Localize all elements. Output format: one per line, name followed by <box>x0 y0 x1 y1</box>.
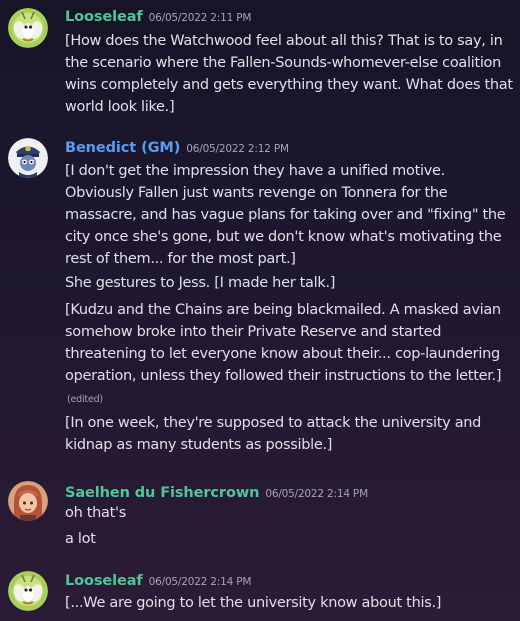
avatar[interactable] <box>8 138 48 178</box>
message-header: Saelhen du Fishercrown 06/05/2022 2:14 PM <box>65 482 368 501</box>
timestamp[interactable]: 06/05/2022 2:14 PM <box>265 488 368 500</box>
message-header: Looseleaf 06/05/2022 2:11 PM <box>65 6 251 25</box>
avatar[interactable] <box>8 481 48 521</box>
message-text: [Kudzu and the Chains are being blackmai… <box>65 299 515 411</box>
chat-log: Looseleaf 06/05/2022 2:11 PM [How does th… <box>0 0 520 621</box>
message-text: [...We are going to let the university k… <box>65 595 442 611</box>
timestamp[interactable]: 06/05/2022 2:14 PM <box>149 576 252 588</box>
message-header: Looseleaf 06/05/2022 2:14 PM <box>65 570 251 589</box>
message-body: [Kudzu and the Chains are being blackmai… <box>65 302 502 384</box>
red-haired-character-avatar-icon <box>8 481 48 521</box>
timestamp[interactable]: 06/05/2022 2:12 PM <box>186 143 289 155</box>
message-text: [In one week, they're supposed to attack… <box>65 415 482 453</box>
moth-avatar-icon <box>8 571 48 611</box>
message-text: a lot <box>65 531 96 547</box>
message-text: She gestures to Jess. [I made her talk.] <box>65 275 336 291</box>
edited-label: (edited) <box>67 394 103 405</box>
username[interactable]: Looseleaf <box>65 573 143 589</box>
message-text: [How does the Watchwood feel about all t… <box>65 33 513 115</box>
username[interactable]: Benedict (GM) <box>65 140 180 156</box>
username[interactable]: Saelhen du Fishercrown <box>65 485 259 501</box>
username[interactable]: Looseleaf <box>65 9 143 25</box>
message-header: Benedict (GM) 06/05/2022 2:12 PM <box>65 137 289 156</box>
message-text: [I don't get the impression they have a … <box>65 163 506 267</box>
timestamp[interactable]: 06/05/2022 2:11 PM <box>149 12 252 24</box>
police-officer-avatar-icon <box>8 138 48 178</box>
moth-avatar-icon <box>8 8 48 48</box>
message-text: oh that's <box>65 505 126 521</box>
avatar[interactable] <box>8 571 48 611</box>
avatar[interactable] <box>8 8 48 48</box>
